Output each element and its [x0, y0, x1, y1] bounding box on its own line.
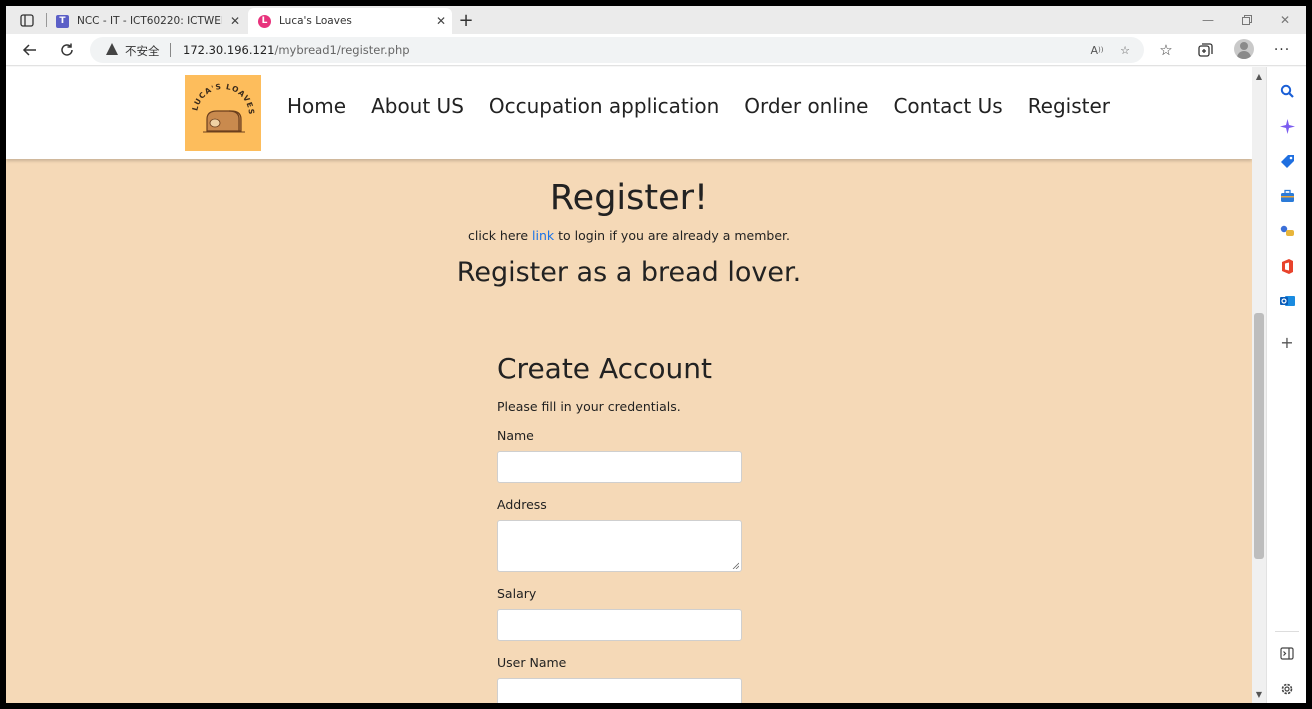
- new-tab-button[interactable]: +: [456, 10, 476, 31]
- scroll-up-icon[interactable]: ▲: [1252, 69, 1266, 83]
- login-suffix: to login if you are already a member.: [554, 228, 790, 243]
- teams-icon: T: [56, 14, 69, 28]
- tab-title: Luca's Loaves: [279, 15, 352, 27]
- username-input[interactable]: [497, 678, 742, 703]
- tab-lucas-loaves[interactable]: L Luca's Loaves ✕: [248, 8, 452, 34]
- login-link[interactable]: link: [532, 228, 554, 243]
- salary-label: Salary: [497, 586, 537, 601]
- collections-button[interactable]: [1194, 39, 1216, 61]
- shopping-tag-icon[interactable]: [1277, 151, 1297, 171]
- site-logo[interactable]: LUCA'S LOAVES: [185, 75, 261, 151]
- tools-briefcase-icon[interactable]: [1277, 186, 1297, 206]
- nav-about-us[interactable]: About US: [371, 94, 464, 118]
- address-textarea[interactable]: [497, 520, 742, 572]
- office-icon[interactable]: [1277, 256, 1297, 276]
- back-button[interactable]: [19, 39, 41, 61]
- page-title: Register!: [549, 178, 709, 218]
- main-nav: Home About US Occupation application Ord…: [287, 94, 1135, 118]
- url-path: /mybread1/register.php: [274, 43, 410, 57]
- tab-actions-icon: [20, 13, 34, 27]
- more-menu-button[interactable]: ···: [1271, 39, 1293, 61]
- profile-avatar[interactable]: [1234, 39, 1254, 59]
- minimize-button[interactable]: —: [1198, 10, 1218, 30]
- url-text[interactable]: 172.30.196.121/mybread1/register.php: [183, 43, 410, 57]
- bread-logo-icon: LUCA'S LOAVES: [190, 82, 255, 133]
- back-arrow-icon: [22, 44, 36, 56]
- scroll-thumb[interactable]: [1254, 313, 1264, 559]
- site-navbar: LUCA'S LOAVES Home About US Occupation a…: [6, 67, 1252, 159]
- resize-grip-icon[interactable]: [732, 562, 739, 569]
- close-tab-icon[interactable]: ✕: [434, 14, 448, 28]
- address-bar[interactable]: 不安全 172.30.196.121/mybread1/register.php…: [90, 37, 1144, 63]
- read-aloud-icon[interactable]: A)): [1088, 41, 1106, 59]
- nav-home[interactable]: Home: [287, 94, 346, 118]
- close-window-button[interactable]: ✕: [1275, 10, 1295, 30]
- scroll-down-icon[interactable]: ▼: [1252, 687, 1266, 701]
- address-label: Address: [497, 497, 547, 512]
- nav-contact-us[interactable]: Contact Us: [893, 94, 1002, 118]
- search-icon[interactable]: [1277, 81, 1297, 101]
- nav-occupation-application[interactable]: Occupation application: [489, 94, 719, 118]
- username-label: User Name: [497, 655, 567, 670]
- outlook-icon[interactable]: [1277, 291, 1297, 311]
- security-warning[interactable]: 不安全: [125, 43, 160, 59]
- restore-icon: [1242, 15, 1252, 25]
- more-icon: ···: [1273, 42, 1291, 58]
- games-icon[interactable]: [1277, 221, 1297, 241]
- sidebar-divider: [1275, 631, 1299, 632]
- name-input[interactable]: [497, 451, 742, 483]
- hide-sidebar-icon[interactable]: [1277, 643, 1297, 663]
- tab-actions-button[interactable]: [14, 10, 40, 30]
- add-sidebar-app-icon[interactable]: +: [1277, 332, 1297, 352]
- refresh-button[interactable]: [56, 39, 78, 61]
- add-favorite-icon[interactable]: ☆: [1116, 41, 1134, 59]
- copilot-sparkle-icon[interactable]: [1277, 116, 1297, 136]
- salary-input[interactable]: [497, 609, 742, 641]
- close-tab-icon[interactable]: ✕: [228, 14, 242, 28]
- favorites-icon: ☆: [1159, 41, 1173, 59]
- login-prefix: click here: [468, 228, 533, 243]
- nav-order-online[interactable]: Order online: [744, 94, 868, 118]
- site-favicon-icon: L: [258, 14, 271, 28]
- restore-button[interactable]: [1237, 10, 1257, 30]
- form-subtitle: Please fill in your credentials.: [497, 399, 681, 414]
- nav-register[interactable]: Register: [1028, 94, 1110, 118]
- edge-sidebar: +: [1266, 67, 1306, 703]
- url-host: 172.30.196.121: [183, 43, 275, 57]
- login-prompt: click here link to login if you are alre…: [6, 228, 1252, 243]
- collections-icon: [1197, 42, 1213, 57]
- browser-window: T NCC - IT - ICT60220: ICTWEB513 ✕ L Luc…: [6, 6, 1306, 703]
- refresh-icon: [61, 43, 73, 56]
- warning-icon: [106, 43, 118, 55]
- page-scrollbar[interactable]: ▲ ▼: [1252, 67, 1266, 703]
- name-label: Name: [497, 428, 534, 443]
- url-separator: [170, 43, 171, 57]
- tab-strip: T NCC - IT - ICT60220: ICTWEB513 ✕ L Luc…: [6, 6, 1306, 34]
- form-title: Create Account: [497, 352, 712, 385]
- tab-title: NCC - IT - ICT60220: ICTWEB513: [77, 15, 222, 27]
- address-bar-row: 不安全 172.30.196.121/mybread1/register.php…: [6, 34, 1306, 66]
- tab-ncc-it[interactable]: T NCC - IT - ICT60220: ICTWEB513 ✕: [46, 8, 246, 34]
- page-subtitle: Register as a bread lover.: [456, 257, 802, 288]
- sidebar-settings-gear-icon[interactable]: [1277, 679, 1297, 699]
- favorites-button[interactable]: ☆: [1155, 39, 1177, 61]
- page-viewport: LUCA'S LOAVES Home About US Occupation a…: [6, 67, 1252, 703]
